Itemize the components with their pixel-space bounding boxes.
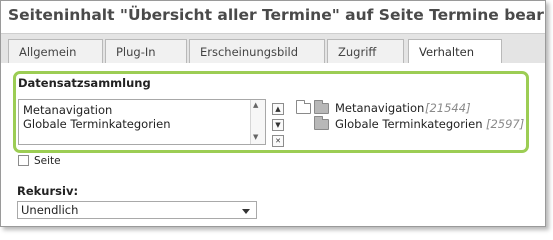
tab-label: Plug-In [116,45,156,59]
tab-verhalten[interactable]: Verhalten [408,39,502,65]
page-title: Seiteninhalt "Übersicht aller Termine" a… [8,6,546,24]
folder-icon [314,116,329,130]
move-down-button[interactable]: ▼ [272,119,284,131]
record-storage-label: Datensatzsammlung [18,76,151,90]
page-checkbox[interactable] [18,155,29,166]
folder-icon [314,100,329,114]
recursive-select[interactable]: Unendlich [17,201,257,219]
tab-label: Erscheinungsbild [200,45,299,59]
tree-item-label: Metanavigation [335,101,425,115]
chevron-down-icon [242,209,250,214]
tab-allgemein[interactable]: Allgemein [8,39,103,64]
tab-plug-in[interactable]: Plug-In [105,39,187,64]
tree-item[interactable]: Globale Terminkategorien [2597] [314,116,534,131]
page-checkbox-label: Seite [34,155,61,167]
recursive-label: Rekursiv: [17,184,79,198]
listbox-scrollbar[interactable]: ▲ ▼ [250,100,265,144]
selected-records-listbox[interactable]: Metanavigation Globale Terminkategorien … [18,99,266,145]
move-up-button[interactable]: ▲ [272,103,284,115]
folder-open-icon [296,100,311,114]
recursive-select-value: Unendlich [21,203,79,217]
scroll-down-arrow-icon[interactable]: ▼ [253,133,258,141]
tab-zugriff[interactable]: Zugriff [327,39,404,64]
list-item[interactable]: Metanavigation [23,103,112,117]
scroll-up-arrow-icon[interactable]: ▲ [253,101,258,109]
tab-label: Zugriff [338,45,377,59]
list-item[interactable]: Globale Terminkategorien [23,117,170,131]
remove-button[interactable]: ✕ [272,135,284,147]
tab-label: Verhalten [419,45,474,59]
tab-erscheinungsbild[interactable]: Erscheinungsbild [189,39,325,64]
tree-item-label: Globale Terminkategorien [335,117,483,131]
tree-item-id: [21544] [425,101,471,115]
tab-label: Allgemein [19,45,77,59]
tree-item-id: [2597] [486,117,525,131]
tree-item[interactable]: Metanavigation [21544] [296,100,496,115]
